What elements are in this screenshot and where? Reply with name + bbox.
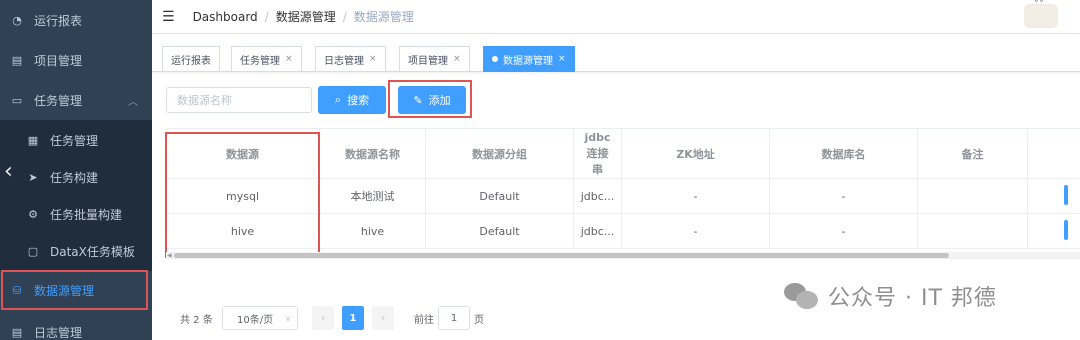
hamburger-icon[interactable]: ☰ xyxy=(162,9,175,25)
column-header xyxy=(1028,129,1080,179)
page-size-value: 10条/页 xyxy=(237,314,274,326)
close-icon[interactable]: × xyxy=(453,54,461,64)
column-header[interactable]: 数据源名称 xyxy=(320,129,426,179)
watermark-text: 公众号 · IT 邦德 xyxy=(828,286,997,311)
table-cell xyxy=(918,179,1028,214)
table-cell: hive xyxy=(320,214,426,249)
column-header[interactable]: ZK地址 xyxy=(622,129,770,179)
chevron-left-icon[interactable]: ‹ xyxy=(4,161,13,183)
scrollbar-thumb[interactable] xyxy=(174,253,949,258)
table-cell xyxy=(1028,179,1080,214)
calendar-icon: ▦ xyxy=(27,133,39,147)
close-icon[interactable]: × xyxy=(558,54,566,64)
column-header[interactable]: 数据库名 xyxy=(770,129,918,179)
wechat-icon xyxy=(784,281,820,311)
close-icon[interactable]: × xyxy=(369,54,377,64)
sidebar-item-task-build[interactable]: ➤ 任务构建 xyxy=(0,157,152,197)
page-number-current[interactable]: 1 xyxy=(342,306,364,330)
sidebar-item-label: 任务构建 xyxy=(50,170,99,185)
scroll-left-icon[interactable]: ◀ xyxy=(167,252,172,259)
breadcrumb-item[interactable]: 数据源管理 xyxy=(276,8,336,25)
sidebar-item-label: 项目管理 xyxy=(34,53,83,68)
list-icon: ▤ xyxy=(11,53,23,67)
tag-log-management[interactable]: 日志管理 × xyxy=(315,46,386,72)
horizontal-scrollbar[interactable]: ◀ xyxy=(166,252,1080,259)
table-cell: - xyxy=(770,214,918,249)
sidebar-item-label: 任务管理 xyxy=(34,93,83,108)
goto-page-input[interactable]: 1 xyxy=(438,306,470,330)
clipboard-icon: ▢ xyxy=(27,244,39,258)
avatar-indicator-icon: ˘˘ xyxy=(1034,0,1044,11)
tag-label: 运行报表 xyxy=(171,55,211,67)
next-page-button[interactable]: › xyxy=(372,306,394,330)
search-icon: ⌕ xyxy=(334,93,342,106)
sidebar-item-task-management[interactable]: ▭ 任务管理 ︿ xyxy=(0,80,152,120)
page-suffix-label: 页 xyxy=(474,314,484,326)
table-cell: - xyxy=(622,214,770,249)
tag-datasource-management[interactable]: 数据源管理 × xyxy=(483,46,575,72)
column-header[interactable]: 数据源分组 xyxy=(426,129,574,179)
tag-dashboard[interactable]: 运行报表 xyxy=(162,46,220,72)
chevron-left-icon: ‹ xyxy=(321,312,325,324)
table-cell: jdbc... xyxy=(574,179,622,214)
sidebar-item-label: 任务管理 xyxy=(50,133,99,148)
column-header[interactable]: 备注 xyxy=(918,129,1028,179)
table-cell: Default xyxy=(426,179,574,214)
table-cell: jdbc... xyxy=(574,214,622,249)
sidebar-item-logs[interactable]: ▤ 日志管理 xyxy=(0,312,152,340)
breadcrumb-item[interactable]: Dashboard xyxy=(193,10,258,24)
pagination-total: 共 2 条 xyxy=(180,314,213,326)
chevron-up-icon: ︿ xyxy=(128,96,138,108)
breadcrumb-separator: / xyxy=(264,9,269,24)
table-cell: Default xyxy=(426,214,574,249)
datasource-name-search-input[interactable] xyxy=(166,87,312,113)
highlight-box-datasource-column xyxy=(165,132,320,258)
tags-view: 运行报表 任务管理 × 日志管理 × 项目管理 × 数据源管理 × xyxy=(152,34,1080,72)
sidebar-item-label: 日志管理 xyxy=(34,325,83,340)
sidebar-item-batch-build[interactable]: ⚙ 任务批量构建 xyxy=(0,194,152,234)
search-button[interactable]: ⌕ 搜索 xyxy=(318,86,386,114)
dashboard-icon: ◔ xyxy=(12,13,22,27)
tag-label: 日志管理 xyxy=(324,55,364,67)
monitor-icon: ▭ xyxy=(11,93,23,107)
tag-label: 数据源管理 xyxy=(503,55,553,67)
page-size-select[interactable]: 10条/页 ∨ xyxy=(222,306,298,330)
tag-label: 项目管理 xyxy=(408,55,448,67)
chevron-right-icon: › xyxy=(381,312,385,324)
sidebar-item-datax-template[interactable]: ▢ DataX任务模板 xyxy=(0,231,152,271)
table-cell: 本地测试 xyxy=(320,179,426,214)
table-cell xyxy=(1028,214,1080,249)
tag-task-management[interactable]: 任务管理 × xyxy=(231,46,302,72)
breadcrumb-item-current: 数据源管理 xyxy=(353,10,414,24)
sidebar-item-task-list[interactable]: ▦ 任务管理 xyxy=(0,120,152,160)
close-icon[interactable]: × xyxy=(285,54,293,64)
chevron-down-icon: ∨ xyxy=(285,313,291,323)
table-cell: - xyxy=(622,179,770,214)
sidebar-item-label: DataX任务模板 xyxy=(50,244,135,259)
row-action-button[interactable] xyxy=(1064,185,1068,205)
sidebar-item-label: 任务批量构建 xyxy=(50,207,123,222)
tag-label: 任务管理 xyxy=(240,55,280,67)
navbar: ☰ Dashboard / 数据源管理 / 数据源管理 ˘˘ xyxy=(152,0,1080,34)
prev-page-button[interactable]: ‹ xyxy=(312,306,334,330)
wechat-watermark: 公众号 · IT 邦德 xyxy=(784,280,997,312)
document-icon: ▤ xyxy=(11,325,23,339)
row-action-button[interactable] xyxy=(1064,220,1068,240)
breadcrumb-separator: / xyxy=(342,9,347,24)
tag-project-management[interactable]: 项目管理 × xyxy=(399,46,470,72)
sidebar-item-dashboard[interactable]: ◔ 运行报表 xyxy=(0,0,152,40)
search-button-label: 搜索 xyxy=(347,95,370,107)
sidebar-item-project[interactable]: ▤ 项目管理 xyxy=(0,40,152,80)
sidebar-item-label: 运行报表 xyxy=(34,13,83,28)
table-cell: - xyxy=(770,179,918,214)
highlight-box-sidebar xyxy=(1,270,148,310)
active-dot-icon xyxy=(492,56,498,62)
column-header[interactable]: jdbc连接串 xyxy=(574,129,622,179)
send-icon: ➤ xyxy=(28,170,38,184)
highlight-box-add xyxy=(388,80,472,118)
goto-label: 前往 xyxy=(414,314,434,326)
table-cell xyxy=(918,214,1028,249)
settings-icon: ⚙ xyxy=(28,207,38,221)
